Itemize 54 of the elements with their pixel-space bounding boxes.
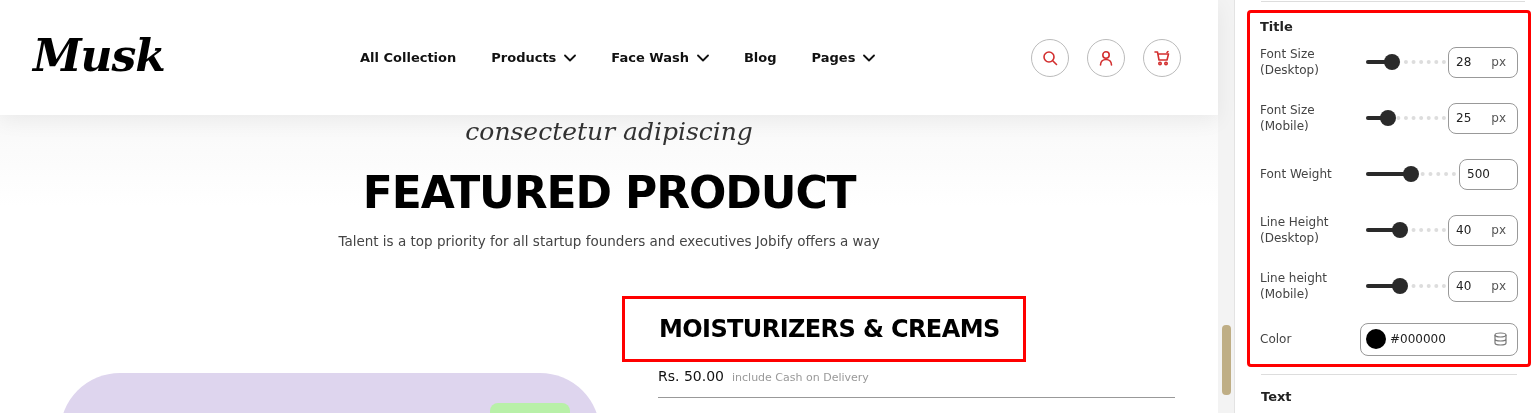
slider[interactable] <box>1366 276 1446 296</box>
nav-link[interactable]: Face Wash <box>611 47 709 68</box>
section-title: FEATURED PRODUCT <box>362 167 856 219</box>
color-field[interactable]: #000000 <box>1360 322 1518 356</box>
setting-label: Line Height (Desktop) <box>1260 214 1330 246</box>
nav-link[interactable]: Products <box>491 47 577 68</box>
field-value: 500 <box>1467 166 1490 183</box>
slider-thumb[interactable] <box>1380 110 1397 126</box>
person-icon <box>1099 49 1114 66</box>
slider-thumb[interactable] <box>1403 166 1419 182</box>
section-heading: Title <box>1260 19 1293 34</box>
number-field[interactable]: 40 px <box>1448 214 1518 246</box>
setting-label: Line height (Mobile) <box>1260 270 1329 302</box>
product-title: MOISTURIZERS & CREAMS <box>659 314 1000 346</box>
setting-label: Font Weight <box>1260 166 1333 182</box>
unit-label: px <box>1491 54 1506 71</box>
scrollbar-thumb[interactable] <box>1221 325 1231 395</box>
slider[interactable] <box>1366 108 1446 128</box>
slider[interactable] <box>1366 52 1446 72</box>
chevron-down-icon <box>863 53 876 62</box>
slider-thumb[interactable] <box>1384 54 1401 70</box>
logo[interactable]: Musk <box>33 22 333 89</box>
color-value: #000000 <box>1390 331 1446 348</box>
database-icon <box>1494 332 1507 346</box>
slider[interactable] <box>1366 164 1456 184</box>
setting-label: Color <box>1260 331 1293 347</box>
product-price: Rs. 50.00 <box>658 367 724 387</box>
number-field[interactable]: 40 px <box>1448 270 1518 302</box>
nav-link[interactable]: Blog <box>743 47 777 68</box>
nav-link[interactable]: Pages <box>811 47 876 68</box>
unit-label: px <box>1491 278 1506 295</box>
script-subheading: consectetur adipiscing <box>465 117 753 147</box>
unit-label: px <box>1491 222 1506 239</box>
search-icon <box>1042 49 1059 66</box>
setting-label: Font Size (Desktop) <box>1260 46 1320 78</box>
price-note: include Cash on Delivery <box>732 370 869 387</box>
chevron-down-icon <box>564 53 577 62</box>
slider-thumb[interactable] <box>1392 222 1409 238</box>
field-value: 40 <box>1456 278 1472 295</box>
number-field[interactable]: 28 px <box>1448 46 1518 78</box>
field-value: 40 <box>1456 222 1472 239</box>
unit-label: px <box>1491 110 1506 127</box>
chevron-down-icon <box>696 53 709 62</box>
field-value: 28 <box>1456 54 1472 71</box>
nav-link[interactable]: All Collection <box>360 47 457 68</box>
cart-icon <box>1154 49 1171 66</box>
number-field[interactable]: 25 px <box>1448 102 1518 134</box>
number-field[interactable]: 500 <box>1459 158 1518 190</box>
slider[interactable] <box>1366 220 1446 240</box>
setting-label: Font Size (Mobile) <box>1260 102 1316 134</box>
section-heading: Text <box>1261 388 1293 406</box>
field-value: 25 <box>1456 110 1472 127</box>
slider-thumb[interactable] <box>1392 278 1409 294</box>
section-subtitle: Talent is a top priority for all startup founders and executives Jobify offers a way <box>338 232 880 251</box>
